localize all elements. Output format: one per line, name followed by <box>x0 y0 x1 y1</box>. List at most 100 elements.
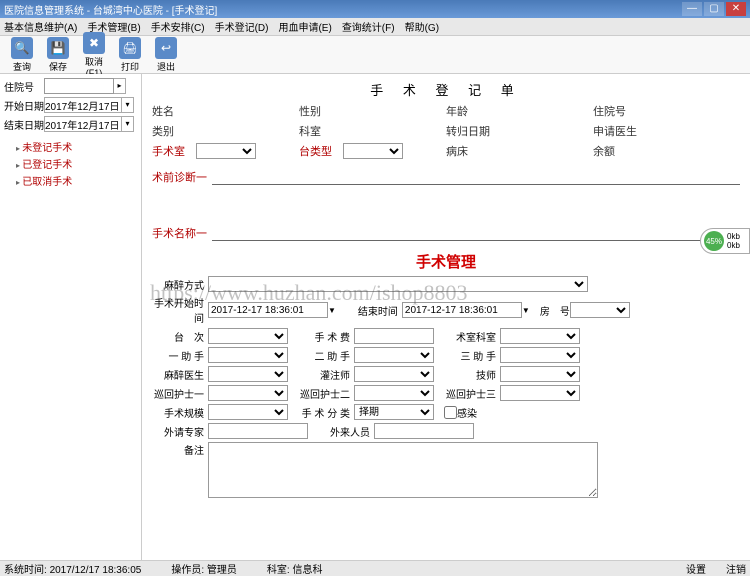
anesdoc-select[interactable] <box>208 366 288 382</box>
expert-label: 外请专家 <box>152 424 208 439</box>
settings-link[interactable]: 设置 <box>686 561 706 576</box>
name-label: 姓名 <box>152 103 196 119</box>
note-input[interactable] <box>208 442 598 498</box>
scale-select[interactable] <box>208 404 288 420</box>
cancel-button[interactable]: ✖取消(F1) <box>78 32 110 78</box>
end-date-label: 结束日期 <box>4 117 44 132</box>
anesdoc-label: 麻醉医生 <box>152 367 208 382</box>
form-panel: 手 术 登 记 单 姓名 性别 年龄 住院号 类别 科室 转归日期 申请医生 手… <box>142 74 750 560</box>
status-time: 2017/12/17 18:36:05 <box>50 565 142 576</box>
net-badge[interactable]: 45% 0kb0kb <box>700 228 750 254</box>
sex-label: 性别 <box>299 103 343 119</box>
roomno-label: 房 号 <box>540 303 570 318</box>
anes-select[interactable] <box>208 276 588 292</box>
search-button[interactable]: 🔍查询 <box>6 37 38 73</box>
menu-item[interactable]: 查询统计(F) <box>342 19 395 34</box>
hosp-no-input[interactable] <box>44 78 114 94</box>
extern-label: 外来人员 <box>318 424 374 439</box>
note-label: 备注 <box>152 442 208 457</box>
search-icon: 🔍 <box>11 37 33 59</box>
indate-label: 转归日期 <box>446 123 490 139</box>
class-label: 手 术 分 类 <box>298 405 354 420</box>
table-select[interactable] <box>343 143 403 159</box>
type-label: 类别 <box>152 123 196 139</box>
cancel-icon: ✖ <box>83 32 105 54</box>
asst2-select[interactable] <box>354 347 434 363</box>
nurse2-select[interactable] <box>354 385 434 401</box>
tree-node-cancelled[interactable]: 已取消手术 <box>4 172 137 189</box>
nurse3-select[interactable] <box>500 385 580 401</box>
endtime-input[interactable] <box>402 302 522 318</box>
opdept-select[interactable] <box>500 328 580 344</box>
exit-button[interactable]: ↩退出 <box>150 37 182 73</box>
save-button[interactable]: 💾保存 <box>42 37 74 73</box>
asst1-label: 一 助 手 <box>152 348 208 363</box>
tree-node-registered[interactable]: 已登记手术 <box>4 155 137 172</box>
end-date-input[interactable] <box>44 116 122 132</box>
order-label: 台 次 <box>152 329 208 344</box>
start-date-input[interactable] <box>44 97 122 113</box>
nurse1-select[interactable] <box>208 385 288 401</box>
status-operator: 管理员 <box>207 565 237 576</box>
dept-label: 科室 <box>299 123 343 139</box>
print-icon: 🖨 <box>119 37 141 59</box>
infect-checkbox[interactable] <box>444 406 457 419</box>
table-label: 台类型 <box>299 143 343 159</box>
tech-select[interactable] <box>500 366 580 382</box>
print-button[interactable]: 🖨打印 <box>114 37 146 73</box>
fee-input[interactable] <box>354 328 434 344</box>
menu-item[interactable]: 帮助(G) <box>405 19 439 34</box>
save-icon: 💾 <box>47 37 69 59</box>
start-date-label: 开始日期 <box>4 98 44 113</box>
date-spinner[interactable]: ▾ <box>122 97 134 113</box>
tree-node-unregistered[interactable]: 未登记手术 <box>4 138 137 155</box>
asst2-label: 二 助 手 <box>298 348 354 363</box>
fee-label: 手 术 费 <box>298 329 354 344</box>
roomno-select[interactable] <box>570 302 630 318</box>
date-spinner[interactable]: ▾ <box>122 116 134 132</box>
max-button[interactable]: ▢ <box>704 2 724 16</box>
perf-label: 灌注师 <box>298 367 354 382</box>
room-label: 手术室 <box>152 143 196 159</box>
section-title: 手术管理 <box>152 251 740 272</box>
form-title: 手 术 登 记 单 <box>152 80 740 99</box>
badge-pct: 45% <box>704 231 724 251</box>
go-button[interactable]: ▸ <box>114 78 126 94</box>
asst3-select[interactable] <box>500 347 580 363</box>
min-button[interactable]: — <box>682 2 702 16</box>
charge-label: 余额 <box>593 143 637 159</box>
close-button[interactable]: ✕ <box>726 2 746 16</box>
anes-label: 麻醉方式 <box>152 277 208 292</box>
menu-item[interactable]: 基本信息维护(A) <box>4 19 77 34</box>
age-label: 年龄 <box>446 103 490 119</box>
infect-label: 感染 <box>457 405 477 420</box>
opname-label: 手术名称一 <box>152 225 212 241</box>
asst1-select[interactable] <box>208 347 288 363</box>
left-panel: 住院号▸ 开始日期▾ 结束日期▾ 未登记手术 已登记手术 已取消手术 <box>0 74 142 560</box>
app-title: 医院信息管理系统 - 台城湾中心医院 - [手术登记] <box>4 2 217 17</box>
tree: 未登记手术 已登记手术 已取消手术 <box>4 138 137 189</box>
nurse2-label: 巡回护士二 <box>298 386 354 401</box>
starttime-input[interactable] <box>208 302 328 318</box>
nurse1-label: 巡回护士一 <box>152 386 208 401</box>
opname-input[interactable] <box>212 225 740 241</box>
extern-input[interactable] <box>374 423 474 439</box>
opdept-label: 术室科室 <box>444 329 500 344</box>
menu-item[interactable]: 手术安排(C) <box>151 19 205 34</box>
nurse3-label: 巡回护士三 <box>444 386 500 401</box>
menu-item[interactable]: 用血申请(E) <box>278 19 331 34</box>
logout-link[interactable]: 注销 <box>726 561 746 576</box>
expert-input[interactable] <box>208 423 308 439</box>
perf-select[interactable] <box>354 366 434 382</box>
order-select[interactable] <box>208 328 288 344</box>
applydoc-label: 申请医生 <box>593 123 637 139</box>
preop-input[interactable] <box>212 169 740 185</box>
asst3-label: 三 助 手 <box>444 348 500 363</box>
menubar: 基本信息维护(A) 手术管理(B) 手术安排(C) 手术登记(D) 用血申请(E… <box>0 18 750 36</box>
class-select[interactable]: 择期 <box>354 404 434 420</box>
status-dept: 信息科 <box>292 565 322 576</box>
room-select[interactable] <box>196 143 256 159</box>
toolbar: 🔍查询 💾保存 ✖取消(F1) 🖨打印 ↩退出 <box>0 36 750 74</box>
menu-item[interactable]: 手术登记(D) <box>215 19 269 34</box>
scale-label: 手术规模 <box>152 405 208 420</box>
